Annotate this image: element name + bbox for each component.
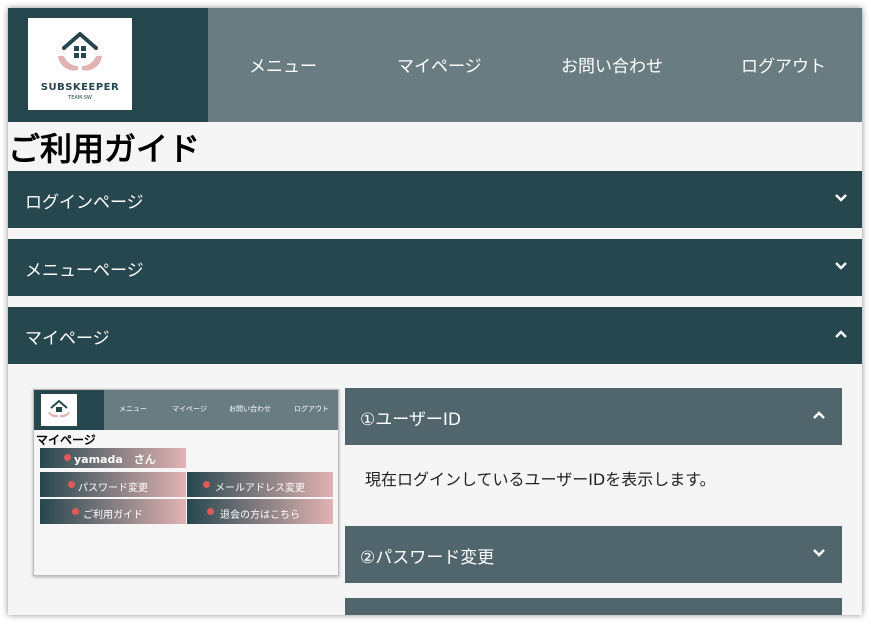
accordion-mypage[interactable]: マイページ xyxy=(8,307,862,364)
preview-nav-logout: ログアウト xyxy=(294,405,329,413)
logo-text: SUBSKEEPER xyxy=(40,82,120,93)
preview-button-label: メールアドレス変更 xyxy=(215,483,305,494)
subsection-password-change[interactable]: ②パスワード変更 xyxy=(345,526,842,583)
chevron-down-icon xyxy=(813,549,825,557)
accordion-label: マイページ xyxy=(25,329,110,349)
chevron-up-icon xyxy=(835,330,847,338)
preview-header: メニュー マイページ お問い合わせ ログアウト xyxy=(34,390,338,430)
accordion-login-page[interactable]: ログインページ xyxy=(8,171,862,228)
logo-area: SUBSKEEPER TEAM SW xyxy=(8,8,208,122)
preview-nav-contact: お問い合わせ xyxy=(229,405,271,413)
subsection-user-id-description: 現在ログインしているユーザーIDを表示します。 xyxy=(365,470,716,489)
chevron-down-icon xyxy=(835,194,847,202)
accordion-menu-page[interactable]: メニューページ xyxy=(8,239,862,296)
subsection-label: ②パスワード変更 xyxy=(360,548,495,568)
accordion-label: メニューページ xyxy=(25,261,144,281)
house-hands-icon xyxy=(58,32,102,71)
preview-guide-button: ご利用ガイド xyxy=(40,499,186,524)
preview-password-button: パスワード変更 xyxy=(40,472,186,497)
preview-button-label: ご利用ガイド xyxy=(83,510,143,521)
subsection-next-partial[interactable] xyxy=(345,598,842,615)
preview-email-button: メールアドレス変更 xyxy=(187,472,333,497)
preview-logo xyxy=(41,394,77,426)
mypage-preview-image: メニュー マイページ お問い合わせ ログアウト マイページ yamada さん … xyxy=(33,389,339,576)
accordion-label: ログインページ xyxy=(25,193,144,213)
nav-mypage[interactable]: マイページ xyxy=(397,52,482,77)
marker-dot-icon xyxy=(64,454,71,461)
site-header: SUBSKEEPER TEAM SW メニュー マイページ お問い合わせ ログア… xyxy=(8,8,862,122)
preview-button-label: 退会の方はこちら xyxy=(220,510,300,521)
preview-button-label: パスワード変更 xyxy=(78,483,148,494)
preview-logo-area xyxy=(34,390,104,430)
logo-subtext: TEAM SW xyxy=(68,95,92,101)
preview-nav-mypage: マイページ xyxy=(172,405,207,413)
nav-menu[interactable]: メニュー xyxy=(249,52,317,77)
logo[interactable]: SUBSKEEPER TEAM SW xyxy=(28,18,132,110)
house-hands-icon xyxy=(48,400,70,418)
nav-contact[interactable]: お問い合わせ xyxy=(561,52,663,77)
page-title: ご利用ガイド xyxy=(8,130,201,168)
preview-withdraw-button: 退会の方はこちら xyxy=(187,499,333,524)
chevron-up-icon xyxy=(813,411,825,419)
preview-username: yamada さん xyxy=(74,453,156,466)
chevron-down-icon xyxy=(835,262,847,270)
nav-logout[interactable]: ログアウト xyxy=(741,52,826,77)
subsection-label: ①ユーザーID xyxy=(360,410,462,430)
preview-nav-menu: メニュー xyxy=(119,405,147,413)
subsection-user-id[interactable]: ①ユーザーID xyxy=(345,388,842,445)
preview-title: マイページ xyxy=(36,433,96,447)
browser-viewport: SUBSKEEPER TEAM SW メニュー マイページ お問い合わせ ログア… xyxy=(8,8,862,615)
preview-user-bar: yamada さん xyxy=(40,448,186,468)
